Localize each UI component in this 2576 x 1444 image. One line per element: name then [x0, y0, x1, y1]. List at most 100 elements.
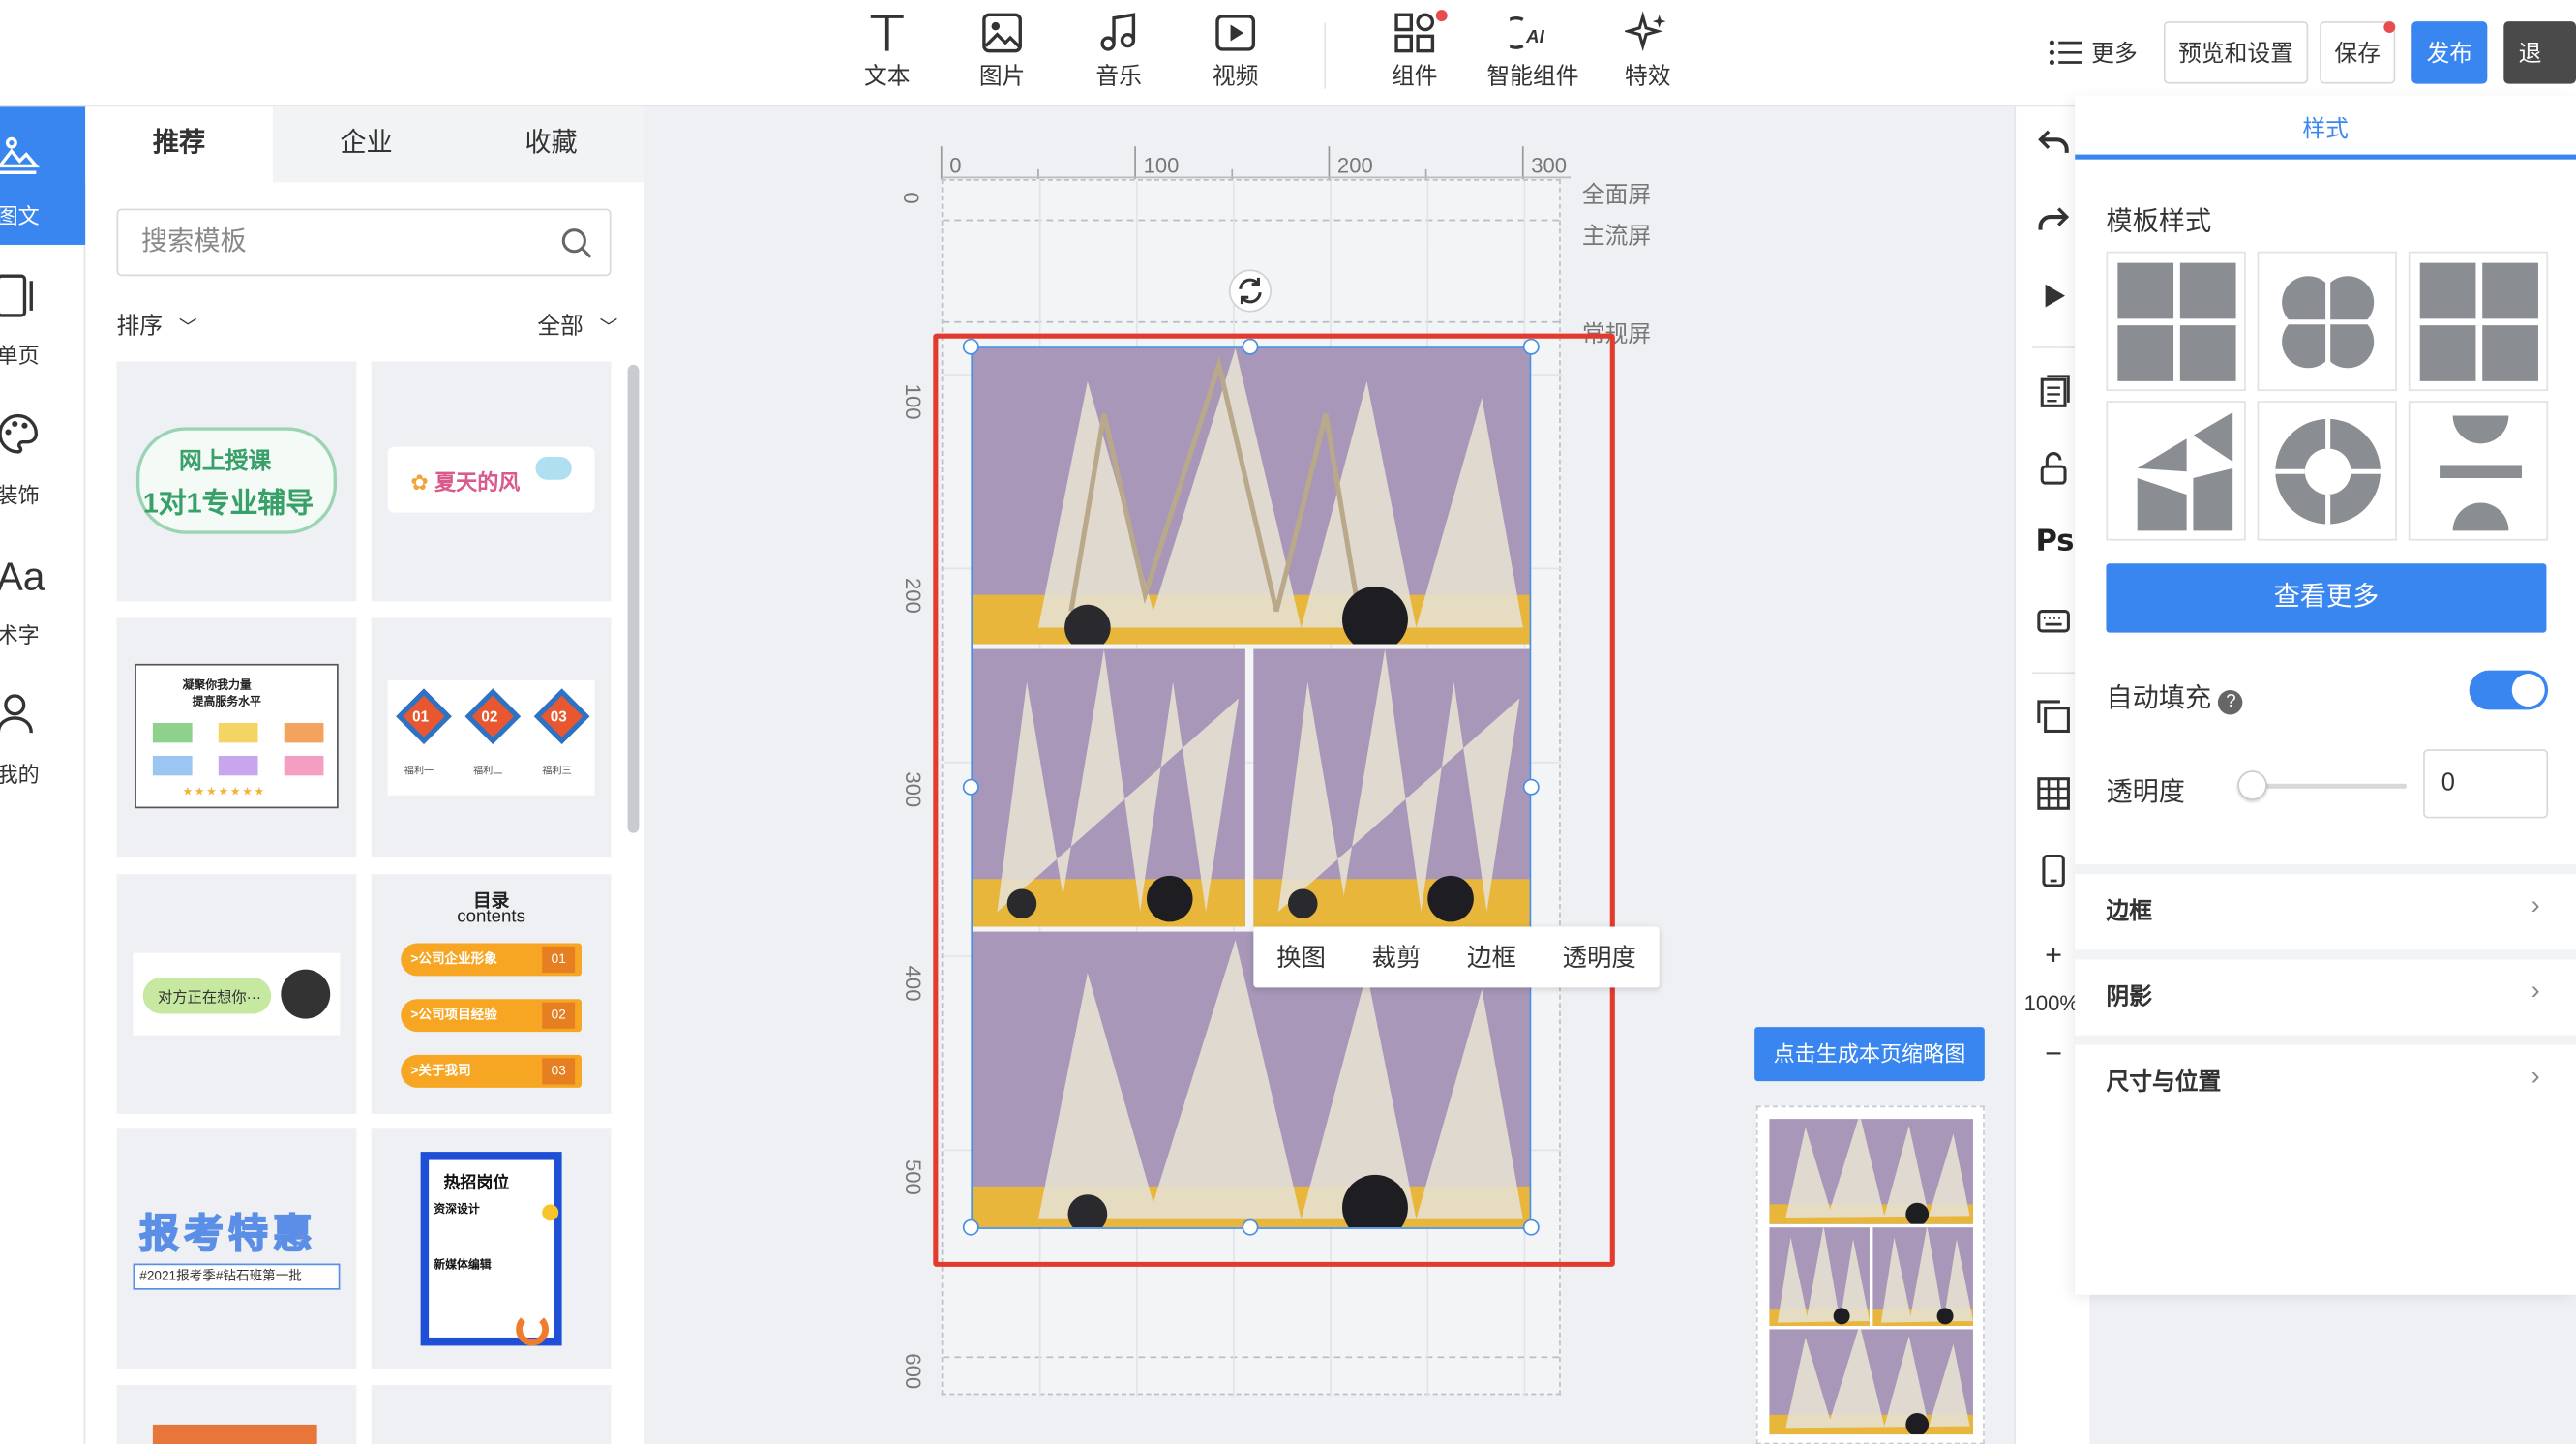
copy-page-icon[interactable] [2035, 373, 2071, 408]
accordion-border[interactable]: 边框 › [2075, 863, 2576, 940]
single-page-icon [0, 274, 33, 317]
zoom-out-button[interactable]: − [2035, 1037, 2071, 1072]
tab-favorites[interactable]: 收藏 [458, 106, 644, 183]
template-card[interactable]: 对方正在想你··· [116, 874, 357, 1115]
rail-item-art-text[interactable]: Aa 术字 [0, 526, 85, 664]
template-card[interactable]: ✿ 夏天的风 [371, 361, 612, 602]
opacity-label: 透明度 [2106, 778, 2185, 807]
rail-item-decoration[interactable]: 装饰 [0, 386, 85, 525]
photoshop-icon[interactable]: Ps [2035, 525, 2074, 560]
zoom-in-button[interactable]: + [2035, 938, 2071, 974]
play-icon[interactable] [2035, 278, 2071, 314]
template-search-input[interactable]: 搜索模板 [116, 208, 612, 277]
layout-style-option[interactable] [2106, 401, 2246, 541]
clover-icon [2275, 269, 2382, 376]
redo-icon[interactable] [2035, 200, 2071, 236]
preview-settings-button[interactable]: 预览和设置 [2163, 21, 2309, 84]
accordion-label: 阴影 [2106, 982, 2152, 1009]
ruler-tick-label: 200 [900, 577, 926, 614]
components-tool-button[interactable]: 组件 [1365, 10, 1464, 92]
effects-tool-button[interactable]: 特效 [1599, 10, 1697, 92]
card-title: 热招岗位 [443, 1174, 510, 1193]
ruler-tick-label: 100 [900, 383, 926, 420]
template-card[interactable] [116, 1385, 357, 1444]
ruler-tick-label: 600 [900, 1353, 926, 1390]
panel-scrollbar[interactable] [627, 364, 640, 833]
card-block [284, 755, 324, 776]
card-subtitle: 新媒体编辑 [434, 1260, 492, 1273]
layers-icon[interactable] [2035, 699, 2071, 735]
crop-button[interactable]: 裁剪 [1372, 940, 1422, 975]
ai-component-tool-button[interactable]: AI 智能组件 [1476, 10, 1591, 92]
menu-item-text: >公司企业形象 [410, 950, 497, 967]
help-icon[interactable]: ? [2218, 690, 2244, 715]
layout-style-option[interactable] [2257, 251, 2397, 392]
layout-style-option[interactable] [2408, 401, 2549, 541]
template-card[interactable]: 网上授课 1对1专业辅导 [116, 361, 357, 602]
horizontal-ruler: 0 100 200 300 [940, 146, 1572, 180]
menu-item-text: >关于我司 [410, 1063, 471, 1078]
text-tool-button[interactable]: 文本 [838, 10, 937, 92]
layout-style-option[interactable] [2106, 251, 2246, 392]
rotate-handle[interactable] [1228, 269, 1273, 313]
notification-dot [1435, 10, 1448, 22]
template-card[interactable]: 凝聚你我力量 提高服务水平 ★★★★★★★ [116, 617, 357, 858]
components-icon [1394, 13, 1435, 53]
music-tool-button[interactable]: 音乐 [1069, 10, 1168, 92]
template-card[interactable]: 目录 contents >公司企业形象 >公司项目经验 >关于我司 01 02 … [371, 874, 612, 1115]
rail-item-mine[interactable]: 我的 [0, 666, 85, 804]
rail-item-image-text[interactable]: 图文 [0, 106, 86, 245]
tab-style[interactable]: 样式 [2075, 111, 2576, 144]
more-menu-button[interactable]: 更多 [2049, 36, 2138, 69]
exit-button[interactable]: 退出 [2503, 21, 2576, 125]
keyboard-icon[interactable] [2035, 603, 2071, 639]
template-card[interactable]: 热招岗位 资深设计 新媒体编辑 [371, 1128, 612, 1369]
card-subtitle: 提高服务水平 [192, 696, 261, 708]
tab-enterprise[interactable]: 企业 [272, 106, 461, 183]
art-text-icon: Aa [0, 555, 45, 600]
template-card[interactable] [371, 1385, 612, 1444]
filter-dropdown[interactable]: 全部 ﹀ [537, 309, 617, 342]
generate-thumbnail-button[interactable]: 点击生成本页缩略图 [1754, 1027, 1985, 1082]
rail-item-single-page[interactable]: 单页 [0, 247, 85, 385]
geometric-shards-icon [2137, 412, 2233, 531]
undo-icon[interactable] [2035, 123, 2071, 159]
template-card[interactable]: 01 02 03 福利一 福利二 福利三 [371, 617, 612, 858]
decor-ring [516, 1312, 550, 1346]
save-button[interactable]: 保存 [2320, 21, 2396, 84]
rail-label: 图文 [0, 203, 40, 228]
rating-stars: ★★★★★★★ [182, 787, 266, 799]
image-tool-button[interactable]: 图片 [953, 10, 1052, 92]
card-title: 凝聚你我力量 [182, 679, 252, 692]
rail-label: 装饰 [0, 483, 40, 508]
thumbnail-cell [1872, 1227, 1973, 1327]
opacity-button[interactable]: 透明度 [1562, 940, 1635, 975]
layout-style-option[interactable] [2408, 251, 2549, 392]
template-card[interactable]: 报考特惠 #2021报考季#钻石班第一批 [116, 1128, 357, 1369]
view-more-button[interactable]: 查看更多 [2106, 563, 2547, 633]
unlock-icon[interactable] [2035, 450, 2071, 486]
tab-recommended[interactable]: 推荐 [85, 106, 273, 183]
sort-dropdown[interactable]: 排序 ﹀ [117, 313, 197, 339]
card-title: 对方正在想你··· [157, 989, 261, 1006]
page-thumbnail[interactable] [1755, 1105, 1985, 1444]
border-button[interactable]: 边框 [1467, 940, 1516, 975]
replace-image-button[interactable]: 换图 [1276, 940, 1326, 975]
publish-button[interactable]: 发布 [2411, 21, 2488, 84]
grid-icon[interactable] [2035, 775, 2071, 811]
search-icon[interactable] [560, 226, 593, 259]
layout-style-option[interactable] [2257, 401, 2397, 541]
auto-fill-text: 自动填充 [2106, 684, 2212, 713]
auto-fill-toggle[interactable] [2469, 670, 2549, 710]
accordion-label: 边框 [2106, 896, 2152, 924]
opacity-slider-handle[interactable] [2237, 770, 2267, 800]
opacity-input[interactable]: 0 [2423, 749, 2549, 819]
accordion-size-position[interactable]: 尺寸与位置 › [2075, 1035, 2576, 1111]
ai-component-icon: AI [1510, 16, 1545, 49]
rail-label: 术字 [0, 622, 40, 647]
video-tool-button[interactable]: 视频 [1186, 10, 1285, 92]
mobile-preview-icon[interactable] [2035, 853, 2071, 888]
ruler-tick-label: 0 [898, 192, 924, 204]
accordion-shadow[interactable]: 阴影 › [2075, 949, 2576, 1025]
grid-four-icon [2117, 262, 2236, 381]
